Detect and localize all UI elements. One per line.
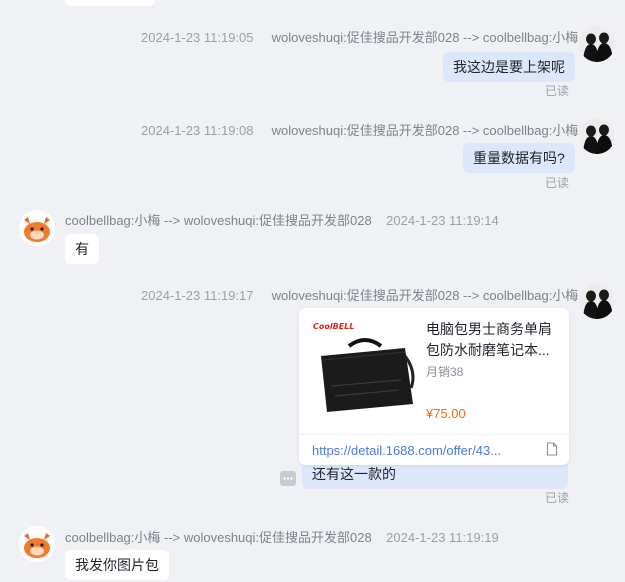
product-image[interactable]: CoolBELL [309,316,421,428]
message-sender: coolbellbag:小梅 --> woloveshuqi:促佳搜品开发部02… [65,213,372,228]
avatar[interactable] [579,283,615,319]
product-card[interactable]: CoolBELL 电脑包男士商务单肩包防水耐磨笔记本... 月销38 ¥75.0… [299,308,569,465]
product-price: ¥75.00 [426,406,466,421]
message-meta: coolbellbag:小梅 --> woloveshuqi:促佳搜品开发部02… [65,210,499,229]
read-status: 已读 [545,176,570,190]
avatar[interactable] [579,26,615,62]
avatar[interactable] [19,210,55,246]
previous-message-bubble [65,0,155,6]
document-icon[interactable] [545,442,559,456]
message-time: 2024-1-23 11:19:14 [386,213,499,228]
brand-logo: CoolBELL [313,322,354,331]
product-link-row[interactable]: https://detail.1688.com/offer/43... [299,434,569,466]
product-link[interactable]: https://detail.1688.com/offer/43... [312,443,501,458]
message-meta: coolbellbag:小梅 --> woloveshuqi:促佳搜品开发部02… [65,527,499,546]
message-meta: 2024-1-23 11:19:08 woloveshuqi:促佳搜品开发部02… [141,120,578,139]
message-meta: 2024-1-23 11:19:17 woloveshuqi:促佳搜品开发部02… [141,285,578,304]
message-sender: woloveshuqi:促佳搜品开发部028 --> coolbellbag:小… [271,123,579,138]
product-title[interactable]: 电脑包男士商务单肩包防水耐磨笔记本... [426,319,560,361]
avatar[interactable] [579,118,615,154]
read-status: 已读 [545,491,570,505]
message-time: 2024-1-23 11:19:08 [141,123,254,138]
message-bubble[interactable]: 有 [65,234,99,264]
message-bubble[interactable]: 重量数据有吗? [463,143,575,173]
message-time: 2024-1-23 11:19:17 [141,288,254,303]
avatar[interactable] [19,526,55,562]
product-sales: 月销38 [426,365,464,379]
message-time: 2024-1-23 11:19:19 [386,530,499,545]
read-status: 已读 [545,84,570,98]
message-sender: coolbellbag:小梅 --> woloveshuqi:促佳搜品开发部02… [65,530,372,545]
message-meta: 2024-1-23 11:19:05 woloveshuqi:促佳搜品开发部02… [141,27,578,46]
more-icon[interactable] [280,471,296,486]
message-bubble[interactable]: 我这边是要上架呢 [443,52,575,82]
message-bubble[interactable]: 我发你图片包 [65,550,169,580]
message-sender: woloveshuqi:促佳搜品开发部028 --> coolbellbag:小… [271,30,579,45]
message-time: 2024-1-23 11:19:05 [141,30,254,45]
message-sender: woloveshuqi:促佳搜品开发部028 --> coolbellbag:小… [271,288,579,303]
